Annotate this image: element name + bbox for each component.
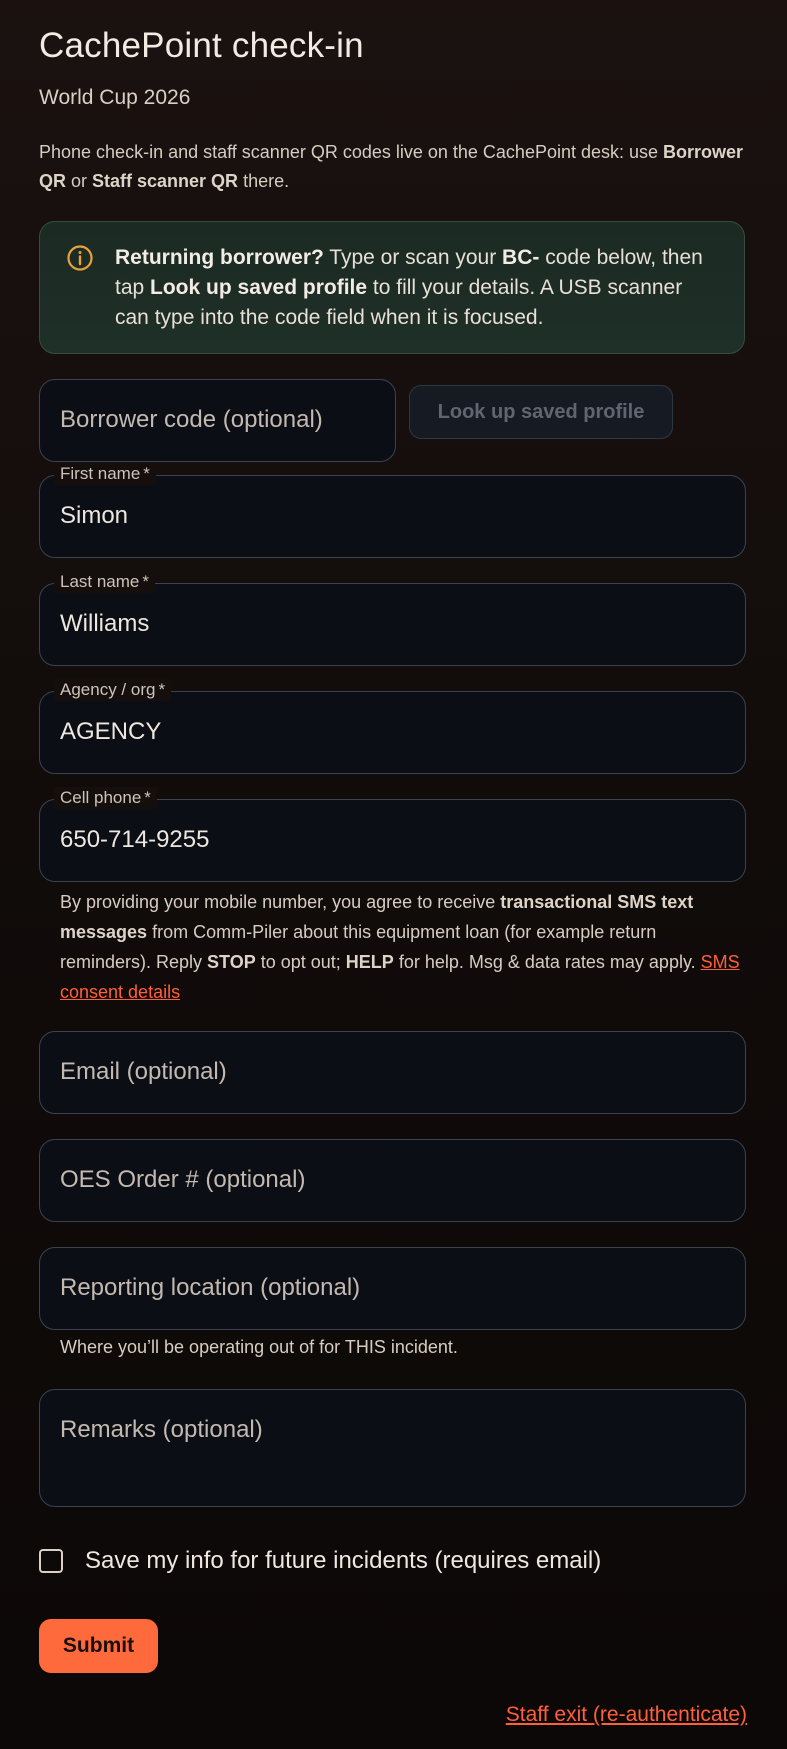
lookup-saved-profile-button[interactable]: Look up saved profile <box>409 385 673 439</box>
intro-text: Phone check-in and staff scanner QR code… <box>39 142 744 191</box>
last-name-label: Last name * <box>54 571 156 593</box>
save-info-label[interactable]: Save my info for future incidents (requi… <box>85 1547 601 1575</box>
reporting-location-helper: Where you’ll be operating out of for THI… <box>60 1337 458 1357</box>
remarks-textarea[interactable]: Remarks (optional) <box>39 1389 746 1507</box>
agency-label: Agency / org * <box>54 679 172 701</box>
notice-text: Returning borrower? Type or scan your BC… <box>115 246 703 329</box>
save-info-row[interactable]: Save my info for future incidents (requi… <box>39 1546 601 1576</box>
submit-button[interactable]: Submit <box>39 1619 158 1673</box>
cell-phone-field[interactable]: Cell phone * 650-714-9255 <box>39 787 746 882</box>
agency-field[interactable]: Agency / org * AGENCY <box>39 679 746 774</box>
oes-order-placeholder: OES Order # (optional) <box>60 1166 306 1193</box>
email-field[interactable]: Email (optional) <box>39 1031 746 1114</box>
save-info-checkbox[interactable] <box>39 1549 63 1573</box>
reporting-location-placeholder: Reporting location (optional) <box>60 1274 361 1301</box>
last-name-field[interactable]: Last name * Williams <box>39 571 746 666</box>
staff-qr-term: Staff scanner QR <box>92 171 239 191</box>
first-name-label: First name * <box>54 463 156 485</box>
oes-order-field[interactable]: OES Order # (optional) <box>39 1139 746 1222</box>
agency-value: AGENCY <box>60 718 162 745</box>
sms-consent-text: By providing your mobile number, you agr… <box>60 892 740 1002</box>
cell-phone-value: 650-714-9255 <box>60 826 210 853</box>
event-subtitle: World Cup 2026 <box>39 86 191 109</box>
info-icon <box>67 245 93 271</box>
remarks-placeholder: Remarks (optional) <box>60 1416 263 1443</box>
first-name-field[interactable]: First name * Simon <box>39 463 746 558</box>
returning-borrower-notice: Returning borrower? Type or scan your BC… <box>39 221 745 354</box>
borrower-code-placeholder: Borrower code (optional) <box>60 406 323 433</box>
page-title: CachePoint check-in <box>39 26 364 65</box>
last-name-value: Williams <box>60 610 150 637</box>
first-name-value: Simon <box>60 502 129 529</box>
reporting-location-field[interactable]: Reporting location (optional) <box>39 1247 746 1330</box>
email-placeholder: Email (optional) <box>60 1058 227 1085</box>
cell-phone-label: Cell phone * <box>54 787 157 809</box>
staff-exit-link[interactable]: Staff exit (re-authenticate) <box>506 1703 747 1727</box>
borrower-code-input[interactable]: Borrower code (optional) <box>39 379 396 462</box>
